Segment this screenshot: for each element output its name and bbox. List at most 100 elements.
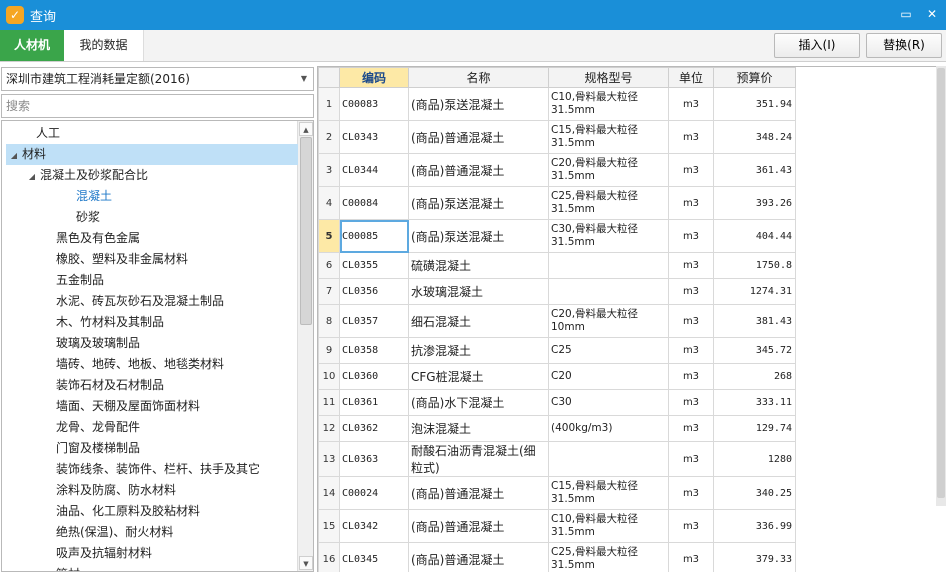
cell-spec[interactable]: C15,骨料最大粒径31.5mm bbox=[548, 476, 669, 510]
cell-price[interactable]: 345.72 bbox=[713, 337, 796, 364]
cell-price[interactable]: 1280 bbox=[713, 441, 796, 477]
cell-name[interactable]: 泡沫混凝土 bbox=[408, 415, 549, 442]
cell-code[interactable]: CL0358 bbox=[339, 337, 409, 364]
cell-price[interactable]: 340.25 bbox=[713, 476, 796, 510]
cell-spec[interactable] bbox=[548, 441, 669, 477]
cell-spec[interactable] bbox=[548, 252, 669, 279]
tree-item[interactable]: 混凝土 bbox=[60, 186, 112, 207]
cell-code[interactable]: CL0360 bbox=[339, 363, 409, 390]
row-number[interactable]: 3 bbox=[318, 153, 340, 187]
table-row[interactable]: 11 CL0361 (商品)水下混凝土 C30 m3 333.11 bbox=[318, 389, 796, 416]
tree-item[interactable]: 黑色及有色金属 bbox=[40, 228, 140, 249]
cell-price[interactable]: 333.11 bbox=[713, 389, 796, 416]
cell-code[interactable]: CL0362 bbox=[339, 415, 409, 442]
cell-name[interactable]: (商品)普通混凝土 bbox=[408, 476, 549, 510]
row-number[interactable]: 7 bbox=[318, 278, 340, 305]
cell-unit[interactable]: m3 bbox=[668, 363, 714, 390]
cell-code[interactable]: CL0343 bbox=[339, 120, 409, 154]
cell-code[interactable]: CL0356 bbox=[339, 278, 409, 305]
cell-price[interactable]: 361.43 bbox=[713, 153, 796, 187]
cell-spec[interactable]: C25,骨料最大粒径31.5mm bbox=[548, 542, 669, 572]
row-number[interactable]: 11 bbox=[318, 389, 340, 416]
cell-name[interactable]: (商品)普通混凝土 bbox=[408, 153, 549, 187]
table-row[interactable]: 9 CL0358 抗渗混凝土 C25 m3 345.72 bbox=[318, 337, 796, 364]
table-row[interactable]: 5 C00085 (商品)泵送混凝土 C30,骨料最大粒径31.5mm m3 404.44 bbox=[318, 219, 796, 253]
cell-spec[interactable]: C30,骨料最大粒径31.5mm bbox=[548, 219, 669, 253]
header-price[interactable]: 预算价 bbox=[713, 67, 796, 88]
cell-code[interactable]: CL0357 bbox=[339, 304, 409, 338]
tree-item[interactable]: ◢ 材料 bbox=[6, 144, 298, 165]
header-name[interactable]: 名称 bbox=[408, 67, 549, 88]
cell-spec[interactable]: C15,骨料最大粒径31.5mm bbox=[548, 120, 669, 154]
row-number[interactable]: 4 bbox=[318, 186, 340, 220]
grid-scrollbar[interactable] bbox=[936, 66, 946, 506]
row-number[interactable]: 1 bbox=[318, 87, 340, 121]
tree-scrollbar[interactable]: ▲ ▼ bbox=[297, 121, 313, 571]
cell-spec[interactable]: C10,骨料最大粒径31.5mm bbox=[548, 509, 669, 543]
cell-code[interactable]: C00024 bbox=[339, 476, 409, 510]
tree-item[interactable]: 龙骨、龙骨配件 bbox=[40, 417, 140, 438]
grid-scroll-thumb[interactable] bbox=[937, 68, 945, 498]
cell-price[interactable]: 1750.8 bbox=[713, 252, 796, 279]
cell-code[interactable]: C00085 bbox=[339, 219, 409, 253]
tree-expand-icon[interactable]: ◢ bbox=[24, 166, 40, 187]
cell-spec[interactable]: C20 bbox=[548, 363, 669, 390]
cell-spec[interactable]: C25 bbox=[548, 337, 669, 364]
insert-button[interactable]: 插入(I) bbox=[774, 33, 860, 58]
tree-item[interactable]: 涂料及防腐、防水材料 bbox=[40, 480, 176, 501]
cell-price[interactable]: 379.33 bbox=[713, 542, 796, 572]
cell-unit[interactable]: m3 bbox=[668, 389, 714, 416]
tree-item[interactable]: 吸声及抗辐射材料 bbox=[40, 543, 152, 564]
cell-unit[interactable]: m3 bbox=[668, 415, 714, 442]
cell-unit[interactable]: m3 bbox=[668, 87, 714, 121]
table-row[interactable]: 13 CL0363 耐酸石油沥青混凝土(细粒式) m3 1280 bbox=[318, 441, 796, 477]
cell-price[interactable]: 393.26 bbox=[713, 186, 796, 220]
cell-name[interactable]: (商品)普通混凝土 bbox=[408, 509, 549, 543]
row-number[interactable]: 12 bbox=[318, 415, 340, 442]
close-icon[interactable]: ✕ bbox=[924, 6, 940, 22]
row-number[interactable]: 16 bbox=[318, 542, 340, 572]
cell-name[interactable]: CFG桩混凝土 bbox=[408, 363, 549, 390]
cell-unit[interactable]: m3 bbox=[668, 304, 714, 338]
cell-price[interactable]: 336.99 bbox=[713, 509, 796, 543]
table-row[interactable]: 8 CL0357 细石混凝土 C20,骨料最大粒径10mm m3 381.43 bbox=[318, 304, 796, 338]
cell-name[interactable]: 硫磺混凝土 bbox=[408, 252, 549, 279]
cell-price[interactable]: 351.94 bbox=[713, 87, 796, 121]
row-number[interactable]: 6 bbox=[318, 252, 340, 279]
table-row[interactable]: 15 CL0342 (商品)普通混凝土 C10,骨料最大粒径31.5mm m3 336.9… bbox=[318, 509, 796, 543]
cell-unit[interactable]: m3 bbox=[668, 120, 714, 154]
tree-item[interactable]: 砂浆 bbox=[60, 207, 100, 228]
cell-price[interactable]: 404.44 bbox=[713, 219, 796, 253]
cell-name[interactable]: (商品)泵送混凝土 bbox=[408, 87, 549, 121]
table-row[interactable]: 10 CL0360 CFG桩混凝土 C20 m3 268 bbox=[318, 363, 796, 390]
cell-name[interactable]: (商品)水下混凝土 bbox=[408, 389, 549, 416]
tree-item[interactable]: 墙砖、地砖、地板、地毯类材料 bbox=[40, 354, 224, 375]
tree-item[interactable]: 木、竹材料及其制品 bbox=[40, 312, 164, 333]
cell-name[interactable]: (商品)普通混凝土 bbox=[408, 542, 549, 572]
cell-unit[interactable]: m3 bbox=[668, 278, 714, 305]
tree-item[interactable]: 人工 bbox=[20, 123, 60, 144]
header-code[interactable]: 编码 bbox=[339, 67, 409, 88]
row-number[interactable]: 10 bbox=[318, 363, 340, 390]
cell-code[interactable]: CL0344 bbox=[339, 153, 409, 187]
cell-unit[interactable]: m3 bbox=[668, 542, 714, 572]
header-unit[interactable]: 单位 bbox=[668, 67, 714, 88]
table-row[interactable]: 6 CL0355 硫磺混凝土 m3 1750.8 bbox=[318, 252, 796, 279]
tree-item[interactable]: 油品、化工原料及胶粘材料 bbox=[40, 501, 200, 522]
tree-item[interactable]: 水泥、砖瓦灰砂石及混凝土制品 bbox=[40, 291, 224, 312]
cell-unit[interactable]: m3 bbox=[668, 476, 714, 510]
tree-item[interactable]: 橡胶、塑料及非金属材料 bbox=[40, 249, 188, 270]
cell-price[interactable]: 129.74 bbox=[713, 415, 796, 442]
maximize-icon[interactable]: ▭ bbox=[898, 6, 914, 22]
row-number[interactable]: 14 bbox=[318, 476, 340, 510]
cell-spec[interactable]: C30 bbox=[548, 389, 669, 416]
tree-item[interactable]: 五金制品 bbox=[40, 270, 104, 291]
cell-price[interactable]: 268 bbox=[713, 363, 796, 390]
row-number[interactable]: 5 bbox=[318, 219, 340, 253]
cell-price[interactable]: 348.24 bbox=[713, 120, 796, 154]
search-input[interactable] bbox=[1, 94, 314, 118]
cell-unit[interactable]: m3 bbox=[668, 186, 714, 220]
row-number[interactable]: 13 bbox=[318, 441, 340, 477]
cell-spec[interactable]: (400kg/m3) bbox=[548, 415, 669, 442]
cell-code[interactable]: CL0363 bbox=[339, 441, 409, 477]
